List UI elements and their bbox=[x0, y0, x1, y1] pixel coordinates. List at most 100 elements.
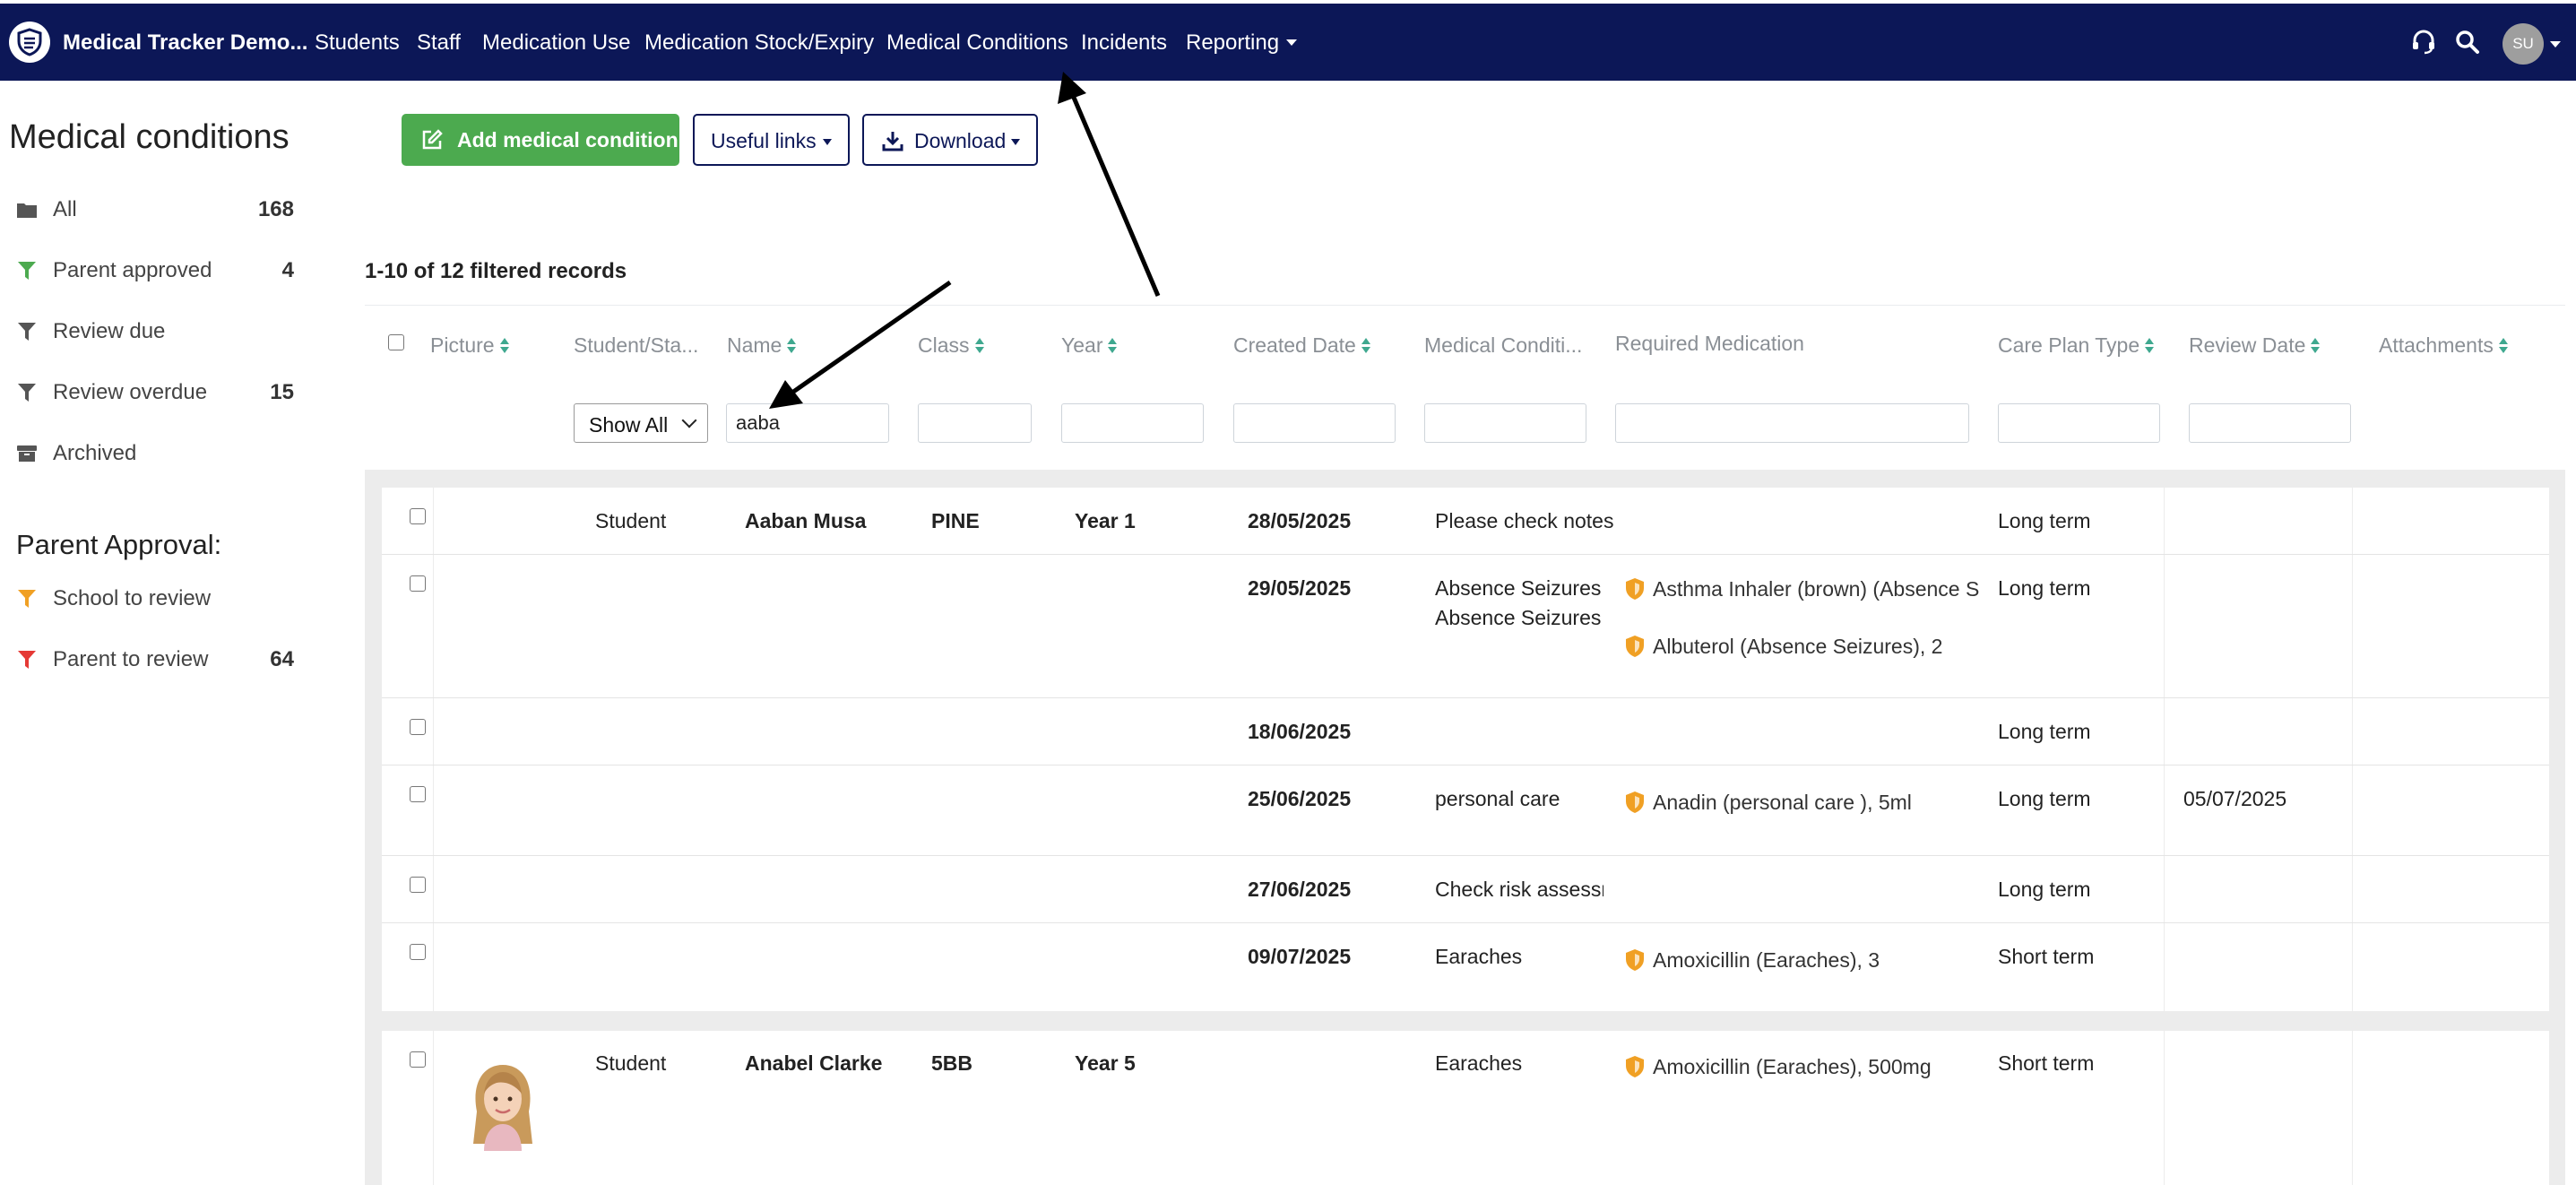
sidebar-item-parent-approved[interactable]: Parent approved 4 bbox=[16, 253, 294, 289]
column-header-student-staff[interactable]: Student/Sta... bbox=[574, 333, 698, 358]
sidebar-item-review-due[interactable]: Review due bbox=[16, 314, 294, 350]
column-header-medical-condition[interactable]: Medical Conditi... bbox=[1424, 333, 1582, 358]
headset-support-icon[interactable] bbox=[2410, 29, 2437, 56]
row-divider bbox=[382, 554, 2549, 555]
nav-staff[interactable]: Staff bbox=[417, 30, 461, 56]
chevron-down-icon[interactable] bbox=[2550, 41, 2561, 48]
medication-item[interactable]: Asthma Inhaler (brown) (Absence Sei bbox=[1624, 577, 1979, 602]
name-filter-input[interactable] bbox=[726, 403, 889, 443]
brand-name[interactable]: Medical Tracker Demo... bbox=[63, 30, 307, 56]
cell-medical-condition[interactable]: Absence Seizures bbox=[1435, 606, 1601, 630]
medical-condition-filter-input[interactable] bbox=[1424, 403, 1586, 443]
row-checkbox[interactable] bbox=[410, 944, 426, 960]
row-checkbox[interactable] bbox=[410, 1051, 426, 1068]
add-medical-condition-button[interactable]: Add medical condition bbox=[402, 114, 679, 166]
row-checkbox[interactable] bbox=[410, 575, 426, 592]
records-count: 1-10 of 12 filtered records bbox=[365, 259, 627, 283]
cell-medical-condition[interactable]: Earaches bbox=[1435, 1051, 1522, 1076]
brand-logo-icon[interactable] bbox=[9, 22, 50, 63]
parent-approval-heading: Parent Approval: bbox=[16, 529, 222, 560]
column-header-label: Care Plan Type bbox=[1998, 333, 2140, 357]
download-icon bbox=[882, 130, 903, 157]
row-checkbox[interactable] bbox=[410, 508, 426, 524]
nav-reporting-dropdown[interactable]: Reporting bbox=[1186, 30, 1297, 56]
column-header-required-medication[interactable]: Required Medication bbox=[1615, 332, 1804, 356]
column-divider bbox=[433, 488, 434, 1011]
nav-students[interactable]: Students bbox=[315, 30, 400, 56]
column-header-created-date[interactable]: Created Date bbox=[1233, 333, 1370, 358]
shield-icon bbox=[1626, 1056, 1644, 1077]
sort-icon bbox=[1108, 338, 1118, 354]
sidebar-item-label: All bbox=[53, 197, 77, 221]
medication-item[interactable]: Albuterol (Absence Seizures), 2 bbox=[1624, 635, 1979, 660]
search-icon[interactable] bbox=[2454, 29, 2481, 56]
year-filter-input[interactable] bbox=[1061, 403, 1204, 443]
select-all-checkbox[interactable] bbox=[388, 334, 404, 350]
column-header-year[interactable]: Year bbox=[1061, 333, 1118, 358]
column-header-review-date[interactable]: Review Date bbox=[2189, 333, 2321, 358]
column-header-label: Picture bbox=[430, 333, 495, 357]
student-staff-filter-select[interactable]: Show All bbox=[574, 403, 708, 443]
column-divider bbox=[2164, 488, 2165, 1011]
column-header-class[interactable]: Class bbox=[918, 333, 984, 358]
medication-item[interactable]: Amoxicillin (Earaches), 500mg bbox=[1624, 1055, 1979, 1080]
medication-label: Anadin (personal care ), 5ml bbox=[1653, 791, 1912, 814]
nav-medication-stock-expiry[interactable]: Medication Stock/Expiry bbox=[644, 30, 874, 56]
filter-icon bbox=[16, 260, 38, 281]
review-date-filter-input[interactable] bbox=[2189, 403, 2351, 443]
column-header-care-plan-type[interactable]: Care Plan Type bbox=[1998, 333, 2155, 358]
medication-item[interactable]: Anadin (personal care ), 5ml bbox=[1624, 791, 1979, 816]
user-avatar[interactable]: SU bbox=[2503, 23, 2544, 65]
column-header-attachments[interactable]: Attachments bbox=[2379, 333, 2508, 358]
column-header-label: Required Medication bbox=[1615, 332, 1804, 355]
cell-medical-condition[interactable]: Earaches bbox=[1435, 945, 1522, 969]
filter-icon bbox=[16, 588, 38, 610]
row-checkbox[interactable] bbox=[410, 719, 426, 735]
top-navbar: Medical Tracker Demo... Students Staff M… bbox=[0, 4, 2576, 81]
column-header-label: Student/Sta... bbox=[574, 333, 699, 357]
sidebar-item-count: 168 bbox=[257, 197, 294, 221]
sidebar-item-parent-to-review[interactable]: Parent to review 64 bbox=[16, 642, 294, 678]
cell-care-plan-type: Long term bbox=[1998, 787, 2091, 810]
cell-care-plan-type: Long term bbox=[1998, 878, 2091, 901]
cell-medical-condition[interactable]: Please check notes bbox=[1435, 509, 1613, 533]
cell-created-date: 25/06/2025 bbox=[1248, 787, 1352, 810]
cell-medical-condition[interactable]: personal care bbox=[1435, 787, 1560, 811]
sidebar-item-review-overdue[interactable]: Review overdue 15 bbox=[16, 375, 294, 411]
filter-icon bbox=[16, 382, 38, 403]
medication-item[interactable]: Amoxicillin (Earaches), 3 bbox=[1624, 948, 1979, 973]
required-medication-filter-input[interactable] bbox=[1615, 403, 1969, 443]
cell-medical-condition[interactable]: Check risk assessn bbox=[1435, 878, 1604, 902]
column-header-label: Review Date bbox=[2189, 333, 2306, 357]
student-group-card bbox=[382, 488, 2549, 1011]
sidebar-item-archived[interactable]: Archived bbox=[16, 436, 294, 471]
column-header-name[interactable]: Name bbox=[727, 333, 797, 358]
cell-name[interactable]: Anabel Clarke bbox=[745, 1051, 882, 1076]
annotation-arrow-to-medical-conditions bbox=[1069, 92, 1161, 297]
nav-incidents[interactable]: Incidents bbox=[1081, 30, 1167, 56]
medication-label: Amoxicillin (Earaches), 3 bbox=[1653, 948, 1880, 972]
cell-care-plan-type: Long term bbox=[1998, 576, 2091, 600]
sidebar-item-school-to-review[interactable]: School to review bbox=[16, 581, 294, 617]
row-checkbox[interactable] bbox=[410, 877, 426, 893]
sort-icon bbox=[974, 338, 984, 354]
table-header-divider bbox=[365, 305, 2565, 306]
student-staff-filter-value: Show All bbox=[589, 413, 669, 437]
cell-medical-condition[interactable]: Absence Seizures bbox=[1435, 576, 1601, 601]
sidebar-item-label: Review due bbox=[53, 319, 166, 343]
nav-medical-conditions[interactable]: Medical Conditions bbox=[886, 30, 1068, 56]
column-header-label: Created Date bbox=[1233, 333, 1356, 357]
created-date-filter-input[interactable] bbox=[1233, 403, 1396, 443]
nav-medication-use[interactable]: Medication Use bbox=[482, 30, 630, 56]
useful-links-label: Useful links bbox=[711, 129, 817, 152]
sidebar-item-all[interactable]: All 168 bbox=[16, 192, 294, 228]
column-header-picture[interactable]: Picture bbox=[430, 333, 509, 358]
row-checkbox[interactable] bbox=[410, 786, 426, 802]
cell-care-plan-type: Short term bbox=[1998, 945, 2095, 968]
care-plan-type-filter-input[interactable] bbox=[1998, 403, 2160, 443]
sort-icon bbox=[2311, 338, 2321, 354]
class-filter-input[interactable] bbox=[918, 403, 1032, 443]
download-dropdown[interactable]: Download bbox=[862, 114, 1038, 166]
cell-name[interactable]: Aaban Musa bbox=[745, 509, 866, 533]
useful-links-dropdown[interactable]: Useful links bbox=[693, 114, 850, 166]
